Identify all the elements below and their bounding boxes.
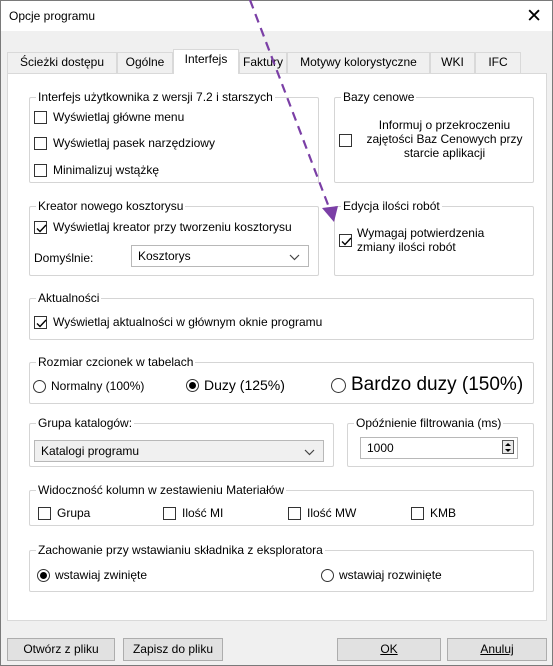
spin-arrows-icon[interactable]	[502, 440, 514, 454]
catalog-group-select[interactable]: Katalogi programu	[34, 440, 324, 462]
checkbox-box[interactable]	[34, 163, 47, 177]
chevron-down-icon	[304, 443, 315, 464]
default-label: Domyślnie:	[34, 251, 94, 265]
catalog-legend: Grupa katalogów:	[36, 416, 135, 430]
window-title: Opcje programu	[9, 9, 96, 23]
radio-circle[interactable]	[33, 379, 46, 393]
checkbox-box[interactable]	[34, 110, 47, 124]
options-dialog: Opcje programu ✕ Ścieżki dostępu Ogólne …	[0, 0, 553, 666]
checkbox-box[interactable]	[38, 506, 51, 520]
column-kmb-checkbox[interactable]: KMB	[411, 506, 456, 520]
news-legend: Aktualności	[36, 291, 102, 305]
font-size-large-radio[interactable]: Duzy (125%)	[186, 377, 285, 393]
filter-delay-spinner[interactable]: 1000	[360, 437, 518, 459]
checkbox-box[interactable]	[34, 220, 47, 234]
insert-collapsed-radio[interactable]: wstawiaj zwinięte	[37, 568, 147, 582]
default-document-select[interactable]: Kosztorys	[131, 245, 309, 267]
price-bases-label: Informuj o przekroczeniu zajętości Baz C…	[366, 118, 523, 160]
tab-motywy-kolorystyczne[interactable]: Motywy kolorystyczne	[287, 52, 430, 73]
ok-button[interactable]: OK	[337, 638, 441, 661]
close-icon[interactable]: ✕	[526, 5, 542, 28]
radio-circle[interactable]	[37, 568, 50, 582]
tab-ifc[interactable]: IFC	[475, 52, 521, 73]
insert-expanded-radio[interactable]: wstawiaj rozwinięte	[321, 568, 442, 582]
tab-wki[interactable]: WKI	[430, 52, 475, 73]
title-bar: Opcje programu ✕	[1, 1, 552, 31]
radio-circle[interactable]	[331, 377, 346, 393]
save-to-file-button[interactable]: Zapisz do pliku	[123, 638, 223, 661]
tab-ogolne[interactable]: Ogólne	[117, 52, 173, 73]
tab-sciezki-dostepu[interactable]: Ścieżki dostępu	[7, 52, 117, 73]
open-from-file-button[interactable]: Otwórz z pliku	[7, 638, 115, 661]
cost-wizard-legend: Kreator nowego kosztorysu	[36, 199, 186, 213]
confirm-qty-change-checkbox[interactable]	[339, 234, 352, 247]
checkbox-box[interactable]	[34, 136, 47, 150]
checkbox-box[interactable]	[163, 506, 176, 520]
tab-interfejs[interactable]: Interfejs	[173, 49, 239, 74]
cancel-button[interactable]: Anuluj	[447, 638, 547, 661]
show-toolbar-checkbox[interactable]: Wyświetlaj pasek narzędziowy	[34, 136, 215, 150]
qty-edit-legend: Edycja ilości robót	[341, 199, 442, 213]
radio-circle[interactable]	[186, 378, 199, 392]
filter-delay-legend: Opóźnienie filtrowania (ms)	[354, 416, 504, 430]
column-ilosc-mi-checkbox[interactable]: Ilość MI	[163, 506, 223, 520]
font-size-legend: Rozmiar czcionek w tabelach	[36, 355, 196, 369]
checkbox-box[interactable]	[34, 315, 47, 329]
show-news-checkbox[interactable]: Wyświetlaj aktualności w głównym oknie p…	[34, 315, 322, 329]
price-bases-legend: Bazy cenowe	[341, 90, 417, 104]
price-bases-checkbox[interactable]	[339, 134, 352, 147]
checkbox-box[interactable]	[411, 506, 424, 520]
checkbox-box[interactable]	[288, 506, 301, 520]
show-main-menu-checkbox[interactable]: Wyświetlaj główne menu	[34, 110, 184, 124]
tab-faktury[interactable]: Faktury	[239, 52, 287, 73]
chevron-down-icon	[289, 248, 300, 269]
column-grupa-checkbox[interactable]: Grupa	[38, 506, 90, 520]
font-size-xlarge-radio[interactable]: Bardzo duzy (150%)	[331, 374, 523, 396]
explorer-insert-legend: Zachowanie przy wstawianiu składnika z e…	[36, 543, 325, 557]
column-ilosc-mw-checkbox[interactable]: Ilość MW	[288, 506, 356, 520]
show-wizard-checkbox[interactable]: Wyświetlaj kreator przy tworzeniu koszto…	[34, 220, 292, 234]
columns-visibility-group: Widoczność kolumn w zestawieniu Materiał…	[29, 483, 534, 526]
confirm-qty-change-label: Wymagaj potwierdzenia zmiany ilości robó…	[357, 226, 485, 254]
radio-circle[interactable]	[321, 568, 334, 582]
minimize-ribbon-checkbox[interactable]: Minimalizuj wstążkę	[34, 163, 159, 177]
legacy-interface-legend: Interfejs użytkownika z wersji 7.2 i sta…	[36, 90, 275, 104]
font-size-normal-radio[interactable]: Normalny (100%)	[33, 379, 144, 393]
columns-visibility-legend: Widoczność kolumn w zestawieniu Materiał…	[36, 483, 287, 497]
